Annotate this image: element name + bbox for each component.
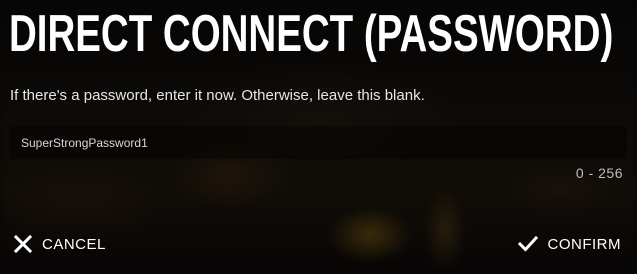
- cancel-button-label: CANCEL: [42, 235, 106, 253]
- password-input[interactable]: [21, 135, 616, 150]
- dialog-instructions: If there's a password, enter it now. Oth…: [10, 87, 425, 104]
- close-icon: [14, 235, 32, 253]
- direct-connect-password-dialog: DIRECT CONNECT (PASSWORD) If there's a p…: [0, 0, 637, 274]
- password-length-range: 0 - 256: [575, 165, 623, 181]
- dialog-content: DIRECT CONNECT (PASSWORD) If there's a p…: [0, 0, 637, 274]
- cancel-button[interactable]: CANCEL: [14, 232, 106, 256]
- password-field[interactable]: [10, 126, 627, 159]
- confirm-button-label: CONFIRM: [547, 235, 621, 253]
- dialog-title: DIRECT CONNECT (PASSWORD): [9, 5, 614, 63]
- checkmark-icon: [517, 235, 538, 253]
- confirm-button[interactable]: CONFIRM: [517, 232, 622, 256]
